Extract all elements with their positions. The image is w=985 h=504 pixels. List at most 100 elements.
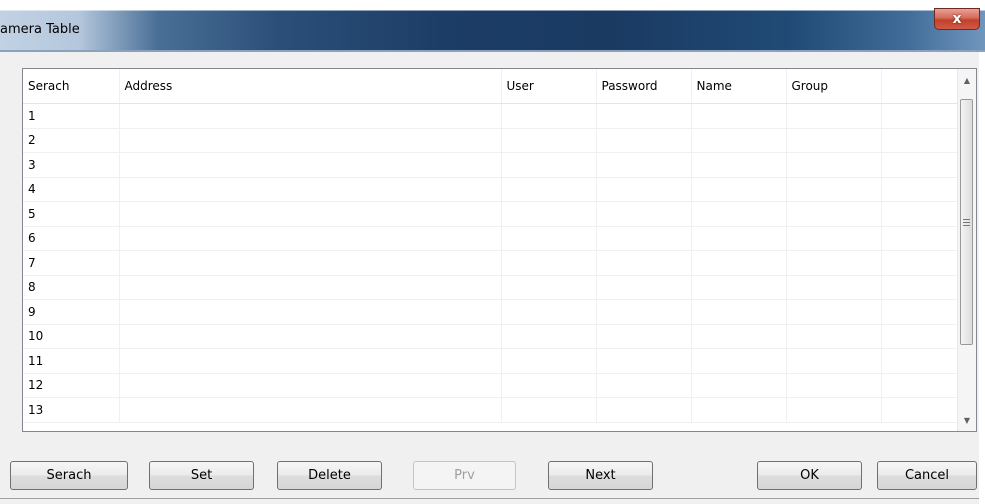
table-cell[interactable] bbox=[881, 103, 960, 129]
table-row[interactable]: 9 bbox=[23, 299, 960, 325]
table-row[interactable]: 1 bbox=[23, 103, 960, 129]
ok-button[interactable]: OK bbox=[757, 461, 862, 490]
table-cell[interactable] bbox=[596, 128, 692, 153]
table-cell[interactable] bbox=[119, 103, 502, 129]
table-cell[interactable] bbox=[691, 250, 787, 276]
row-number-cell[interactable]: 7 bbox=[23, 250, 120, 276]
table-cell[interactable] bbox=[119, 177, 502, 202]
table-cell[interactable] bbox=[119, 348, 502, 374]
table-cell[interactable] bbox=[881, 152, 960, 178]
table-cell[interactable] bbox=[881, 201, 960, 227]
row-number-cell[interactable]: 11 bbox=[23, 348, 120, 374]
table-row[interactable]: 3 bbox=[23, 152, 960, 178]
column-header-name[interactable]: Name bbox=[690, 69, 787, 104]
table-cell[interactable] bbox=[501, 226, 597, 251]
row-number-cell[interactable]: 1 bbox=[23, 103, 120, 129]
prev-button[interactable]: Prv bbox=[413, 461, 516, 490]
table-cell[interactable] bbox=[786, 226, 882, 251]
table-cell[interactable] bbox=[691, 299, 787, 325]
table-cell[interactable] bbox=[786, 177, 882, 202]
table-cell[interactable] bbox=[596, 103, 692, 129]
table-cell[interactable] bbox=[596, 275, 692, 300]
row-number-cell[interactable]: 9 bbox=[23, 299, 120, 325]
scroll-up-arrow-icon[interactable]: ▲ bbox=[958, 71, 976, 89]
table-cell[interactable] bbox=[691, 201, 787, 227]
table-row[interactable]: 13 bbox=[23, 397, 960, 423]
column-header-extra[interactable] bbox=[880, 69, 960, 104]
table-cell[interactable] bbox=[691, 128, 787, 153]
table-cell[interactable] bbox=[119, 275, 502, 300]
table-cell[interactable] bbox=[786, 152, 882, 178]
table-cell[interactable] bbox=[691, 348, 787, 374]
table-cell[interactable] bbox=[691, 103, 787, 129]
row-number-cell[interactable]: 10 bbox=[23, 324, 120, 349]
table-cell[interactable] bbox=[881, 177, 960, 202]
table-cell[interactable] bbox=[119, 201, 502, 227]
column-header-search[interactable]: Serach bbox=[23, 69, 120, 104]
close-button[interactable]: x bbox=[934, 8, 980, 30]
table-cell[interactable] bbox=[501, 152, 597, 178]
table-cell[interactable] bbox=[501, 275, 597, 300]
table-cell[interactable] bbox=[501, 250, 597, 276]
table-cell[interactable] bbox=[119, 373, 502, 398]
table-cell[interactable] bbox=[501, 373, 597, 398]
table-cell[interactable] bbox=[786, 324, 882, 349]
table-cell[interactable] bbox=[501, 177, 597, 202]
search-button[interactable]: Serach bbox=[10, 461, 128, 490]
table-row[interactable]: 10 bbox=[23, 324, 960, 349]
table-cell[interactable] bbox=[596, 177, 692, 202]
table-cell[interactable] bbox=[119, 152, 502, 178]
table-cell[interactable] bbox=[596, 397, 692, 423]
table-cell[interactable] bbox=[786, 201, 882, 227]
table-cell[interactable] bbox=[691, 373, 787, 398]
table-cell[interactable] bbox=[691, 275, 787, 300]
table-cell[interactable] bbox=[691, 226, 787, 251]
table-cell[interactable] bbox=[881, 250, 960, 276]
column-header-group[interactable]: Group bbox=[785, 69, 882, 104]
table-row[interactable]: 4 bbox=[23, 177, 960, 202]
table-row[interactable]: 6 bbox=[23, 226, 960, 251]
table-cell[interactable] bbox=[119, 397, 502, 423]
table-cell[interactable] bbox=[881, 299, 960, 325]
table-cell[interactable] bbox=[501, 103, 597, 129]
row-number-cell[interactable]: 4 bbox=[23, 177, 120, 202]
table-cell[interactable] bbox=[786, 275, 882, 300]
table-cell[interactable] bbox=[691, 177, 787, 202]
scroll-down-arrow-icon[interactable]: ▼ bbox=[958, 411, 976, 429]
table-cell[interactable] bbox=[596, 226, 692, 251]
table-cell[interactable] bbox=[119, 299, 502, 325]
table-cell[interactable] bbox=[119, 324, 502, 349]
table-cell[interactable] bbox=[786, 373, 882, 398]
table-cell[interactable] bbox=[501, 324, 597, 349]
next-button[interactable]: Next bbox=[548, 461, 653, 490]
table-cell[interactable] bbox=[501, 348, 597, 374]
row-number-cell[interactable]: 13 bbox=[23, 397, 120, 423]
table-cell[interactable] bbox=[596, 250, 692, 276]
column-header-password[interactable]: Password bbox=[595, 69, 692, 104]
table-row[interactable]: 5 bbox=[23, 201, 960, 227]
table-cell[interactable] bbox=[881, 324, 960, 349]
row-number-cell[interactable]: 8 bbox=[23, 275, 120, 300]
table-row[interactable]: 2 bbox=[23, 128, 960, 153]
table-cell[interactable] bbox=[501, 201, 597, 227]
set-button[interactable]: Set bbox=[149, 461, 254, 490]
table-row[interactable]: 7 bbox=[23, 250, 960, 276]
table-cell[interactable] bbox=[119, 226, 502, 251]
table-cell[interactable] bbox=[596, 324, 692, 349]
row-number-cell[interactable]: 2 bbox=[23, 128, 120, 153]
table-cell[interactable] bbox=[786, 348, 882, 374]
table-cell[interactable] bbox=[786, 128, 882, 153]
table-cell[interactable] bbox=[881, 373, 960, 398]
table-cell[interactable] bbox=[881, 128, 960, 153]
column-header-user[interactable]: User bbox=[500, 69, 597, 104]
table-cell[interactable] bbox=[119, 128, 502, 153]
vertical-scrollbar[interactable]: ▲ ▼ bbox=[957, 69, 976, 431]
table-cell[interactable] bbox=[881, 275, 960, 300]
table-cell[interactable] bbox=[596, 201, 692, 227]
table-cell[interactable] bbox=[881, 226, 960, 251]
column-header-address[interactable]: Address bbox=[118, 69, 502, 104]
table-row[interactable]: 11 bbox=[23, 348, 960, 374]
scrollbar-thumb[interactable] bbox=[960, 99, 973, 345]
table-row[interactable]: 8 bbox=[23, 275, 960, 300]
camera-table[interactable]: Serach Address User Password Name Group … bbox=[22, 68, 977, 432]
